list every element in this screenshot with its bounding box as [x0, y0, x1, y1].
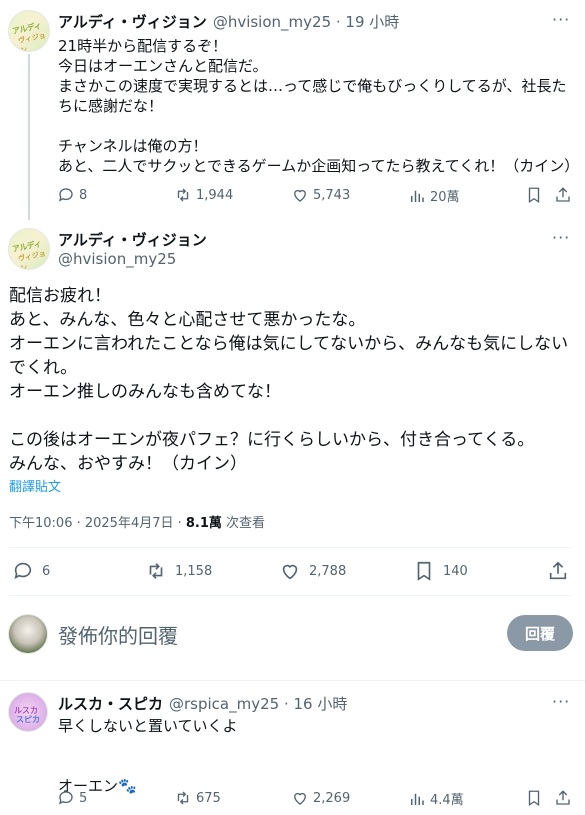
like-count: 2,788 [309, 563, 347, 579]
repost-count: 675 [196, 790, 221, 806]
share-icon [556, 187, 570, 202]
bookmark-icon [528, 187, 540, 204]
handle-time[interactable]: @hvision_my25 · 19 小時 [213, 11, 399, 32]
reply-input[interactable]: 發佈你的回覆 [58, 620, 178, 649]
analytics-icon [411, 190, 424, 202]
reply-count: 6 [42, 563, 51, 579]
repost-button[interactable]: 1,158 [145, 560, 212, 582]
reply-button[interactable]: 5 [57, 789, 87, 807]
share-icon [556, 790, 570, 805]
more-options-icon[interactable]: ··· [552, 228, 570, 247]
handle[interactable]: @hvision_my25 [58, 250, 176, 268]
avatar[interactable]: アルディ ヴィジョン [8, 10, 50, 52]
reply-button[interactable]: 8 [57, 186, 87, 204]
share-icon [549, 561, 567, 580]
view-count: 20萬 [430, 190, 460, 205]
thread-connector [28, 54, 30, 220]
translate-link[interactable]: 翻譯貼文 [9, 476, 61, 495]
more-options-icon[interactable]: ··· [552, 10, 570, 29]
share-button[interactable] [547, 560, 569, 582]
display-name[interactable]: アルディ・ヴィジョン [58, 229, 207, 250]
reply-count: 8 [79, 187, 88, 203]
reply-icon [58, 791, 73, 805]
display-name[interactable]: ルスカ・スピカ [58, 693, 163, 714]
parent-tweet[interactable]: アルディ ヴィジョン アルディ・ヴィジョン @hvision_my25 · 19… [0, 0, 585, 220]
avatar[interactable]: アルディ ヴィジョン [8, 228, 50, 270]
like-count: 5,743 [313, 187, 351, 203]
bookmark-button[interactable] [525, 789, 543, 807]
share-button[interactable] [554, 789, 572, 807]
timestamp[interactable]: 下午10:06 · 2025年4月7日 · [9, 516, 186, 531]
views-button[interactable]: 4.4萬 [408, 789, 464, 808]
user-avatar[interactable] [8, 614, 48, 654]
divider [9, 595, 571, 596]
avatar[interactable]: ルスカ スピカ [8, 692, 48, 732]
view-count: 4.4萬 [430, 793, 464, 808]
tweet-text: 配信お疲れ！ あと、みんな、色々と心配させて悪かったな。 オーエンに言われたこと… [9, 286, 569, 474]
reply-tweet[interactable]: ルスカ スピカ ルスカ・スピカ @rspica_my25 · 16 小時 ···… [0, 680, 585, 815]
like-button[interactable]: 5,743 [291, 186, 350, 204]
repost-button[interactable]: 1,944 [174, 186, 233, 204]
tweet-meta: 下午10:06 · 2025年4月7日 · 8.1萬 次查看 [9, 512, 265, 531]
heart-icon [294, 792, 306, 805]
views-button[interactable]: 20萬 [408, 186, 460, 205]
bookmark-count: 140 [443, 563, 468, 579]
reply-button[interactable]: 6 [12, 560, 50, 582]
handle-time[interactable]: @rspica_my25 · 16 小時 [169, 693, 347, 714]
repost-button[interactable]: 675 [174, 789, 221, 807]
repost-icon [177, 188, 189, 202]
bookmark-button[interactable]: 140 [413, 560, 468, 582]
more-options-icon[interactable]: ··· [552, 692, 570, 711]
reply-submit-button[interactable]: 回覆 [507, 615, 573, 651]
bookmark-icon [528, 790, 540, 807]
heart-icon [282, 564, 298, 580]
reply-icon [58, 188, 73, 202]
analytics-icon [411, 793, 424, 805]
bookmark-button[interactable] [525, 186, 543, 204]
repost-icon [149, 563, 163, 579]
paw-emoji-icon: 🐾 [118, 777, 137, 795]
reply-composer: 發佈你的回覆 回覆 [0, 610, 585, 670]
reply-count: 5 [79, 790, 88, 806]
views-label: 次查看 [221, 516, 266, 531]
reply-icon [14, 562, 32, 579]
divider [9, 547, 571, 548]
tweet-text-line-1: 早くしないと置いていくよ [58, 717, 238, 735]
repost-count: 1,944 [196, 187, 234, 203]
heart-icon [294, 189, 306, 202]
display-name[interactable]: アルディ・ヴィジョン [58, 11, 207, 32]
repost-count: 1,158 [175, 563, 213, 579]
like-count: 2,269 [313, 790, 351, 806]
tweet-text: 21時半から配信するぞ！ 今日はオーエンさんと配信だ。 まさかこの速度で実現する… [58, 37, 580, 175]
repost-icon [177, 791, 189, 805]
bookmark-icon [417, 561, 431, 581]
like-button[interactable]: 2,269 [291, 789, 350, 807]
share-button[interactable] [554, 186, 572, 204]
view-count-bold: 8.1萬 [185, 516, 222, 531]
like-button[interactable]: 2,788 [279, 560, 346, 582]
avatar-logo-text-2: スピカ [16, 715, 40, 724]
